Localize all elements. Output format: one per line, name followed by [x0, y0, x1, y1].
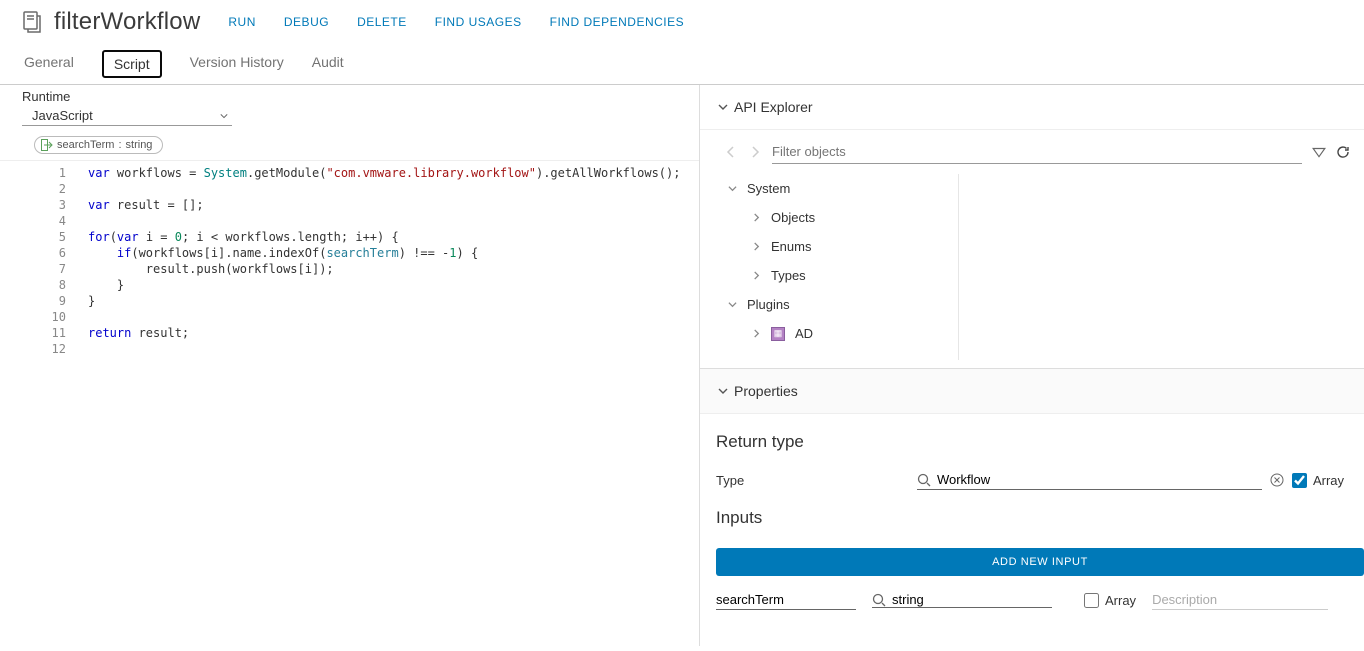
filter-dropdown-icon[interactable]: [1312, 145, 1326, 159]
param-chip-type: string: [126, 139, 153, 151]
chevron-right-icon: [752, 329, 761, 338]
nav-forward-icon[interactable]: [748, 145, 762, 159]
return-type-input[interactable]: [937, 472, 1262, 487]
search-icon: [917, 473, 931, 487]
input-type-field[interactable]: [872, 592, 1052, 608]
input-row: Array: [700, 586, 1364, 610]
plugin-badge-icon: ▦: [771, 327, 785, 341]
properties-title: Properties: [734, 383, 798, 399]
chevron-down-icon: [728, 184, 737, 193]
chevron-down-icon: [718, 386, 728, 396]
action-bar: RUN DEBUG DELETE FIND USAGES FIND DEPEND…: [228, 15, 684, 29]
api-explorer-body: System Objects Enums Types Plugins: [700, 130, 1364, 368]
input-description-field[interactable]: [1152, 590, 1328, 610]
tree-node-ad[interactable]: ▦ AD: [724, 319, 958, 348]
inputs-heading: Inputs: [700, 490, 1364, 538]
input-array-check-input[interactable]: [1084, 593, 1099, 608]
return-type-row: Type Array: [700, 462, 1364, 490]
line-gutter: 123456789101112: [0, 161, 76, 646]
input-array-checkbox[interactable]: Array: [1084, 593, 1136, 608]
refresh-icon[interactable]: [1336, 145, 1350, 159]
runtime-label: Runtime: [22, 89, 679, 104]
filter-objects-input[interactable]: [772, 140, 1302, 164]
find-usages-action[interactable]: FIND USAGES: [435, 15, 522, 29]
side-panels: API Explorer System Objects: [700, 85, 1364, 646]
input-name-field[interactable]: [716, 590, 856, 610]
api-explorer-header[interactable]: API Explorer: [700, 85, 1364, 130]
document-icon: [20, 10, 44, 34]
api-tree[interactable]: System Objects Enums Types Plugins: [724, 174, 959, 360]
runtime-select[interactable]: JavaScript: [22, 106, 232, 126]
return-type-heading: Return type: [700, 414, 1364, 462]
run-action[interactable]: RUN: [228, 15, 256, 29]
api-toolbar: [724, 140, 1350, 164]
param-chip-row: searchTerm : string: [0, 128, 699, 160]
tree-node-types[interactable]: Types: [724, 261, 958, 290]
tab-script[interactable]: Script: [102, 50, 162, 78]
input-arrow-icon: [41, 139, 53, 151]
input-type-input[interactable]: [892, 592, 1068, 607]
tree-node-objects[interactable]: Objects: [724, 203, 958, 232]
chevron-down-icon: [718, 102, 728, 112]
tree-node-enums[interactable]: Enums: [724, 232, 958, 261]
tab-bar: General Script Version History Audit: [0, 36, 1364, 85]
clear-icon[interactable]: [1270, 473, 1284, 487]
page-title: filterWorkflow: [54, 8, 200, 36]
runtime-value: JavaScript: [32, 108, 93, 123]
debug-action[interactable]: DEBUG: [284, 15, 329, 29]
chevron-down-icon: [728, 300, 737, 309]
tree-node-system[interactable]: System: [724, 174, 958, 203]
nav-back-icon[interactable]: [724, 145, 738, 159]
chevron-right-icon: [752, 271, 761, 280]
chevron-down-icon: [220, 112, 228, 120]
param-chip-searchterm[interactable]: searchTerm : string: [34, 136, 163, 154]
tree-node-plugins[interactable]: Plugins: [724, 290, 958, 319]
return-array-check-input[interactable]: [1292, 473, 1307, 488]
title-area: filterWorkflow: [20, 8, 200, 36]
api-explorer-title: API Explorer: [734, 99, 813, 115]
header: filterWorkflow RUN DEBUG DELETE FIND USA…: [0, 0, 1364, 36]
add-new-input-button[interactable]: ADD NEW INPUT: [716, 548, 1364, 576]
content: Runtime JavaScript searchTerm : string 1…: [0, 85, 1364, 646]
runtime-section: Runtime JavaScript: [0, 85, 699, 128]
return-array-checkbox[interactable]: Array: [1292, 473, 1344, 488]
chevron-right-icon: [752, 242, 761, 251]
properties-header[interactable]: Properties: [700, 368, 1364, 414]
param-chip-name: searchTerm: [57, 139, 114, 151]
tab-general[interactable]: General: [24, 50, 74, 84]
type-label: Type: [716, 473, 816, 488]
delete-action[interactable]: DELETE: [357, 15, 407, 29]
code-editor[interactable]: 123456789101112 var workflows = System.g…: [0, 160, 699, 646]
code-body[interactable]: var workflows = System.getModule("com.vm…: [76, 161, 699, 646]
return-type-field[interactable]: [917, 470, 1262, 490]
tab-version-history[interactable]: Version History: [190, 50, 284, 84]
chevron-right-icon: [752, 213, 761, 222]
search-icon: [872, 593, 886, 607]
tab-audit[interactable]: Audit: [312, 50, 344, 84]
find-dependencies-action[interactable]: FIND DEPENDENCIES: [550, 15, 685, 29]
editor-pane: Runtime JavaScript searchTerm : string 1…: [0, 85, 700, 646]
